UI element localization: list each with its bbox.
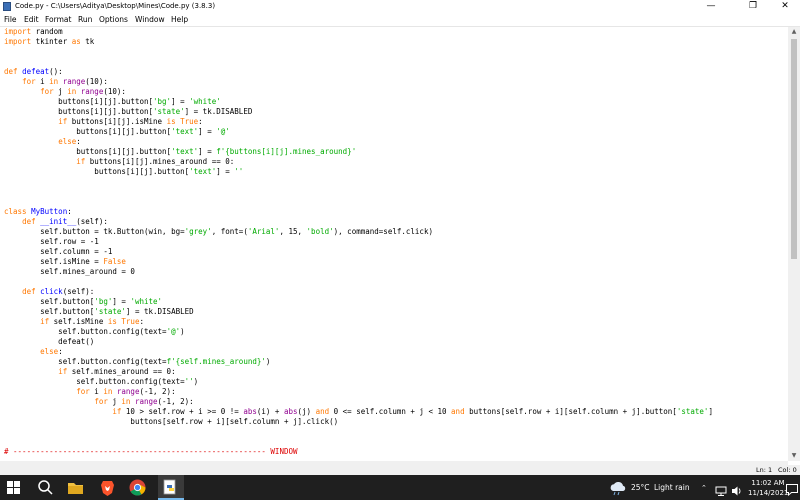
code-line[interactable]: self.button['state'] = tk.DISABLED: [4, 307, 713, 317]
code-line[interactable]: [4, 437, 713, 447]
code-line[interactable]: buttons[i][j].button['text'] = '': [4, 167, 713, 177]
menu-bar: File Edit Format Run Options Window Help: [0, 13, 800, 27]
code-line[interactable]: self.column = -1: [4, 247, 713, 257]
cursor-line: Ln: 1: [756, 466, 773, 474]
weather-cloud-icon[interactable]: [608, 479, 628, 496]
code-line[interactable]: [4, 197, 713, 207]
code-line[interactable]: for i in range(-1, 2):: [4, 387, 713, 397]
code-line[interactable]: else:: [4, 347, 713, 357]
maximize-button[interactable]: ❐: [738, 0, 768, 13]
code-line[interactable]: self.button['bg'] = 'white': [4, 297, 713, 307]
python-idle-icon[interactable]: [161, 478, 180, 497]
close-button[interactable]: ✕: [770, 0, 800, 13]
brave-browser-icon[interactable]: [98, 478, 117, 497]
search-icon[interactable]: [36, 478, 55, 497]
scrollbar-thumb[interactable]: [791, 39, 797, 259]
code-line[interactable]: if self.mines_around == 0:: [4, 367, 713, 377]
code-line[interactable]: self.button.config(text=''): [4, 377, 713, 387]
code-line[interactable]: # --------------------------------------…: [4, 447, 713, 457]
code-line[interactable]: for j in range(10):: [4, 87, 713, 97]
code-text[interactable]: import random import tkinter as tk def def…: [4, 27, 713, 461]
code-line[interactable]: [4, 277, 713, 287]
code-line[interactable]: defeat(): [4, 337, 713, 347]
code-line[interactable]: self.isMine = False: [4, 257, 713, 267]
menu-edit[interactable]: Edit: [24, 14, 39, 26]
minimize-button[interactable]: —: [696, 0, 726, 13]
code-line[interactable]: self.button.config(text=f'{self.mines_ar…: [4, 357, 713, 367]
python-file-icon: [3, 2, 11, 11]
code-line[interactable]: self.mines_around = 0: [4, 267, 713, 277]
file-explorer-icon[interactable]: [66, 478, 85, 497]
cursor-column: Col: 0: [778, 466, 797, 474]
clock-date[interactable]: 11/14/2021: [748, 488, 788, 498]
code-line[interactable]: if buttons[i][j].isMine is True:: [4, 117, 713, 127]
menu-window[interactable]: Window: [135, 14, 165, 26]
menu-options[interactable]: Options: [99, 14, 128, 26]
code-line[interactable]: def defeat():: [4, 67, 713, 77]
code-line[interactable]: import tkinter as tk: [4, 37, 713, 47]
code-line[interactable]: buttons[i][j].button['bg'] = 'white': [4, 97, 713, 107]
chevron-up-icon[interactable]: ⌃: [701, 483, 707, 493]
clock-time[interactable]: 11:02 AM: [750, 478, 786, 488]
network-icon[interactable]: [715, 482, 727, 496]
code-line[interactable]: buttons[self.row + i][self.column + j].c…: [4, 417, 713, 427]
code-line[interactable]: for j in range(-1, 2):: [4, 397, 713, 407]
weather-temperature[interactable]: 25°C: [631, 483, 650, 493]
windows-start-icon[interactable]: [4, 478, 23, 497]
chrome-icon[interactable]: [128, 478, 147, 497]
menu-run[interactable]: Run: [78, 14, 92, 26]
code-line[interactable]: else:: [4, 137, 713, 147]
notification-icon[interactable]: [785, 481, 799, 497]
code-line[interactable]: [4, 47, 713, 57]
speaker-icon[interactable]: [731, 482, 743, 496]
code-line[interactable]: class MyButton:: [4, 207, 713, 217]
code-line[interactable]: self.button.config(text='@'): [4, 327, 713, 337]
code-line[interactable]: import random: [4, 27, 713, 37]
menu-file[interactable]: File: [4, 14, 17, 26]
vertical-scrollbar[interactable]: ▲ ▼: [788, 27, 800, 461]
code-line[interactable]: for i in range(10):: [4, 77, 713, 87]
code-line[interactable]: [4, 427, 713, 437]
scroll-up-arrow-icon[interactable]: ▲: [788, 27, 800, 37]
code-line[interactable]: [4, 187, 713, 197]
code-editor[interactable]: import random import tkinter as tk def def…: [0, 27, 788, 461]
code-line[interactable]: self.row = -1: [4, 237, 713, 247]
code-line[interactable]: buttons[i][j].button['state'] = tk.DISAB…: [4, 107, 713, 117]
scroll-down-arrow-icon[interactable]: ▼: [788, 451, 800, 461]
code-line[interactable]: if buttons[i][j].mines_around == 0:: [4, 157, 713, 167]
code-line[interactable]: def click(self):: [4, 287, 713, 297]
window-title: Code.py - C:\Users\Aditya\Desktop\Mines\…: [15, 2, 216, 10]
menu-help[interactable]: Help: [171, 14, 188, 26]
code-line[interactable]: [4, 57, 713, 67]
weather-description[interactable]: Light rain: [654, 483, 690, 493]
code-line[interactable]: if self.isMine is True:: [4, 317, 713, 327]
code-line[interactable]: if 10 > self.row + i >= 0 != abs(i) + ab…: [4, 407, 713, 417]
title-bar: Code.py - C:\Users\Aditya\Desktop\Mines\…: [0, 0, 800, 13]
code-line[interactable]: [4, 177, 713, 187]
code-line[interactable]: buttons[i][j].button['text'] = f'{button…: [4, 147, 713, 157]
status-bar: Ln: 1 Col: 0: [0, 465, 800, 475]
code-line[interactable]: self.button = tk.Button(win, bg='grey', …: [4, 227, 713, 237]
menu-format[interactable]: Format: [45, 14, 71, 26]
code-line[interactable]: buttons[i][j].button['text'] = '@': [4, 127, 713, 137]
code-line[interactable]: def __init__(self):: [4, 217, 713, 227]
